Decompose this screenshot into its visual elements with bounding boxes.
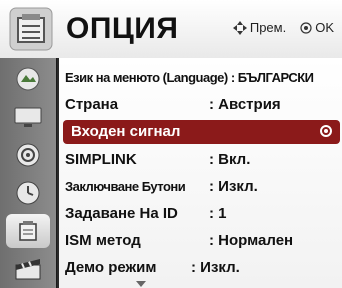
ok-button-icon [300,21,312,34]
menu-row-input-signal[interactable]: Входен сигнал [63,120,340,144]
menu-row-label: Задаване На ID [65,205,178,222]
menu-row-label: Входен сигнал [71,123,181,140]
move-arrows-icon [232,20,247,35]
page-title: ОПЦИЯ [66,12,179,45]
audio-icon [16,143,40,167]
menu-row-country[interactable]: Страна : Австрия [63,93,340,117]
sidebar-item-option[interactable] [6,214,50,248]
selected-radio-icon [320,125,332,137]
screen-icon [14,107,42,127]
menu-row-language[interactable]: Език на менюто (Language) : БЪЛГАРСКИ [63,66,340,90]
menu-row-label: SIMPLINK [65,151,137,168]
sidebar-item-picture[interactable] [6,62,50,96]
menu-row-label: Заключване Бутони [65,179,186,194]
menu-row-ism-method[interactable]: ISM метод : Нормален [63,229,340,253]
category-sidebar [0,58,56,288]
menu-row-simplink[interactable]: SIMPLINK : Вкл. [63,148,340,172]
option-menu-icon [9,7,53,51]
hint-ok-label: OK [315,20,334,35]
menu-row-value: : Изкл. [191,259,240,276]
menu-header: ОПЦИЯ Прем. OK [0,0,342,58]
menu-row-set-id[interactable]: Задаване На ID : 1 [63,202,340,226]
menu-row-label: Демо режим [65,259,157,276]
sidebar-item-time[interactable] [6,176,50,210]
option-icon [19,221,37,241]
menu-row-value: : 1 [209,205,227,222]
menu-row-key-lock[interactable]: Заключване Бутони : Изкл. [63,175,340,199]
scroll-down-arrow-icon[interactable] [0,280,342,288]
sidebar-item-screen[interactable] [6,100,50,134]
hint-move-label: Прем. [249,20,287,35]
option-list: Език на менюто (Language) : БЪЛГАРСКИ Ст… [57,58,342,288]
picture-icon [16,67,40,91]
navigation-hint: Прем. OK [232,20,334,35]
tv-menu-window: ОПЦИЯ Прем. OK Език на менюто (Language)… [0,0,342,288]
menu-row-label: ISM метод [65,232,141,249]
menu-row-label: Страна [65,96,119,113]
menu-row-value: : Изкл. [209,178,258,195]
media-icon [15,259,41,280]
sidebar-item-audio[interactable] [6,138,50,172]
clock-icon [16,181,40,205]
menu-row-value: : Австрия [209,96,281,113]
menu-row-demo-mode[interactable]: Демо режим : Изкл. [63,256,340,280]
menu-row-label: Език на менюто (Language) : БЪЛГАРСКИ [65,70,314,85]
menu-row-value: : Вкл. [209,151,251,168]
menu-row-value: : Нормален [209,232,294,249]
